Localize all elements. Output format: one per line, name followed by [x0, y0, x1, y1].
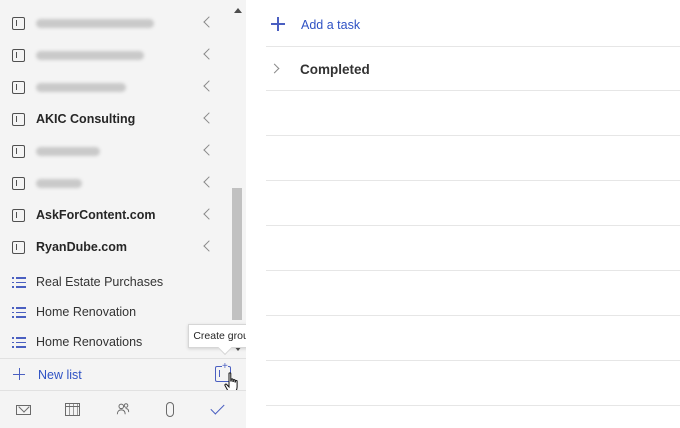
sidebar-group-5[interactable]: [0, 136, 230, 168]
sidebar-group-8[interactable]: RyanDube.com: [0, 232, 230, 264]
group-icon: [12, 17, 25, 30]
divider: [266, 180, 680, 181]
todo-app: AKIC Consulting AskForContent.com RyanDu…: [0, 0, 680, 428]
mail-icon[interactable]: [16, 405, 31, 415]
sidebar-group-4[interactable]: AKIC Consulting: [0, 104, 230, 136]
chevron-right-icon[interactable]: [269, 63, 280, 74]
sidebar-group-label: AKIC Consulting: [36, 112, 136, 126]
group-icon: [12, 113, 25, 126]
group-icon: [12, 209, 25, 222]
divider: [266, 225, 680, 226]
sidebar-group-3[interactable]: [0, 72, 230, 104]
add-task-row[interactable]: Add a task: [266, 0, 680, 47]
sidebar-group-label: [36, 80, 126, 95]
completed-section-header[interactable]: Completed: [266, 47, 680, 91]
new-list-button[interactable]: New list: [38, 368, 82, 382]
sidebar-list-area: AKIC Consulting AskForContent.com RyanDu…: [0, 0, 230, 358]
chevron-left-icon[interactable]: [203, 144, 215, 156]
todo-check-icon[interactable]: [210, 400, 225, 415]
group-icon: [12, 177, 25, 190]
add-task-input[interactable]: Add a task: [301, 18, 360, 32]
group-icon: [12, 241, 25, 254]
plus-icon: [271, 17, 285, 31]
sidebar-group-label: [36, 176, 82, 191]
chevron-left-icon[interactable]: [203, 16, 215, 28]
chevron-left-icon[interactable]: [203, 240, 215, 252]
sidebar-list-label: Real Estate Purchases: [36, 275, 164, 289]
divider: [266, 360, 680, 361]
divider: [266, 405, 680, 406]
chevron-left-icon[interactable]: [203, 208, 215, 220]
sidebar-group-label: [36, 144, 100, 159]
sidebar-scrollbar[interactable]: [231, 0, 245, 358]
list-icon: [12, 277, 26, 288]
scroll-up-arrow-icon[interactable]: [234, 8, 242, 13]
divider: [266, 135, 680, 136]
attachment-icon[interactable]: [166, 402, 174, 417]
list-icon: [12, 337, 26, 348]
people-icon[interactable]: [115, 402, 131, 416]
sidebar-group-label: RyanDube.com: [36, 240, 127, 254]
plus-icon[interactable]: [13, 368, 25, 380]
group-icon: [12, 145, 25, 158]
sidebar: AKIC Consulting AskForContent.com RyanDu…: [0, 0, 260, 428]
group-icon: [12, 81, 25, 94]
sidebar-list-item[interactable]: Real Estate Purchases: [0, 268, 230, 298]
sidebar-list-label: Home Renovation: [36, 305, 137, 319]
scroll-thumb[interactable]: [232, 188, 242, 320]
list-icon: [12, 307, 26, 318]
sidebar-group-2[interactable]: [0, 40, 230, 72]
calendar-icon[interactable]: [65, 403, 80, 416]
sidebar-group-6[interactable]: [0, 168, 230, 200]
app-switcher-bar: [0, 390, 246, 428]
task-list-pane: Add a task Completed: [246, 0, 680, 428]
sidebar-group-label: AskForContent.com: [36, 208, 156, 222]
chevron-left-icon[interactable]: [203, 80, 215, 92]
new-list-bar: New list: [0, 358, 246, 390]
sidebar-group-7[interactable]: AskForContent.com: [0, 200, 230, 232]
chevron-left-icon[interactable]: [203, 48, 215, 60]
divider: [266, 315, 680, 316]
divider: [266, 270, 680, 271]
sidebar-group-1[interactable]: [0, 8, 230, 40]
sidebar-group-label: [36, 16, 154, 31]
sidebar-group-label: [36, 48, 144, 63]
sidebar-list-label: Home Renovations: [36, 335, 143, 349]
group-icon: [12, 49, 25, 62]
completed-label: Completed: [300, 62, 370, 77]
chevron-left-icon[interactable]: [203, 176, 215, 188]
chevron-left-icon[interactable]: [203, 112, 215, 124]
